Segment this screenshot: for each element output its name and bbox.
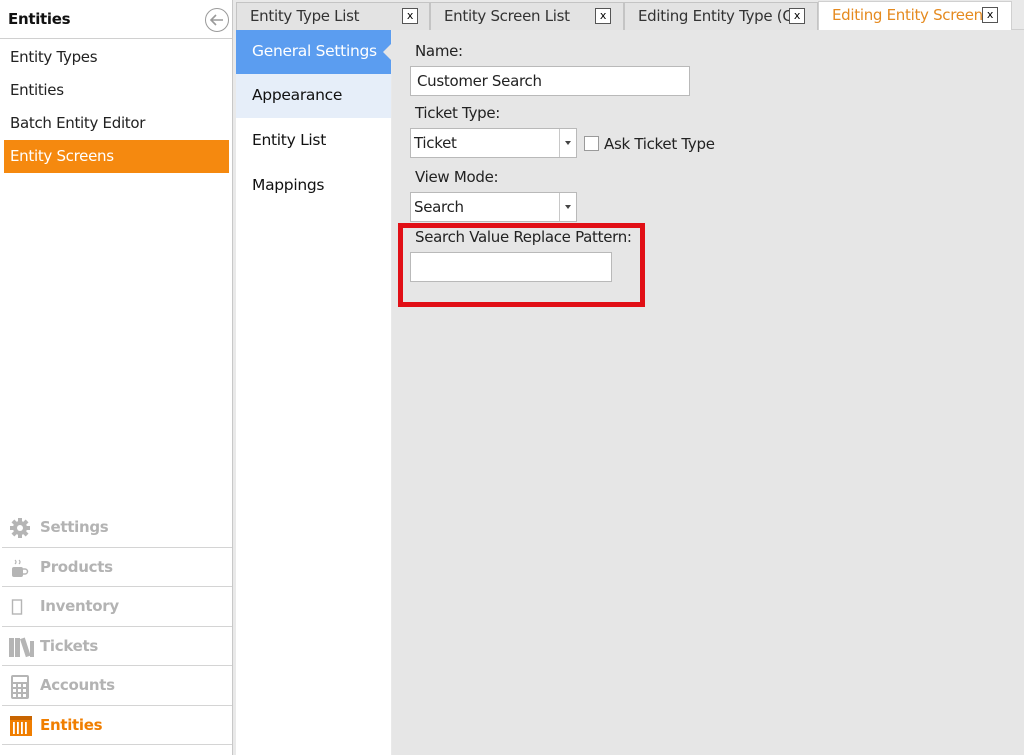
- left-panel: Entities Entity Types Entities Batch Ent…: [0, 0, 233, 755]
- nav-label-tickets: Tickets: [40, 636, 99, 655]
- menu-item-entities[interactable]: Entities: [4, 74, 229, 107]
- nav-label-accounts: Accounts: [40, 676, 115, 694]
- inventory-icon: [9, 596, 33, 618]
- highlight-box: [398, 223, 645, 307]
- settings-nav-general-settings[interactable]: General Settings: [236, 30, 392, 74]
- chevron-down-icon[interactable]: [559, 193, 576, 221]
- tab-editing-entity-screen[interactable]: Editing Entity Screen ( x: [818, 1, 1012, 30]
- settings-nav-mappings[interactable]: Mappings: [236, 164, 391, 208]
- left-panel-title: Entities: [8, 10, 71, 28]
- back-arrow-icon[interactable]: [205, 8, 229, 32]
- tab-close-button[interactable]: x: [402, 8, 418, 24]
- view-mode-value: Search: [414, 198, 464, 216]
- tab-label: Editing Entity Screen (: [832, 6, 993, 24]
- tab-label: Entity Screen List: [444, 7, 570, 25]
- tab-editing-entity-type[interactable]: Editing Entity Type (Cu x: [624, 2, 818, 30]
- view-mode-select[interactable]: Search: [410, 192, 577, 222]
- nav-section-settings[interactable]: Settings: [2, 508, 232, 548]
- tab-entity-screen-list[interactable]: Entity Screen List x: [430, 2, 624, 30]
- tab-strip: Entity Type List x Entity Screen List x …: [236, 0, 1024, 30]
- tab-label: Entity Type List: [250, 7, 360, 25]
- ticket-type-value: Ticket: [414, 134, 457, 152]
- settings-nav-label: Mappings: [252, 176, 325, 194]
- tab-close-button[interactable]: x: [982, 7, 998, 23]
- coffee-cup-icon: [9, 557, 33, 579]
- settings-nav-label: General Settings: [252, 42, 377, 60]
- nav-section-products[interactable]: Products: [2, 548, 232, 587]
- ticket-type-label: Ticket Type:: [415, 104, 501, 122]
- tab-label: Editing Entity Type (Cu: [638, 7, 802, 25]
- name-label: Name:: [415, 42, 463, 60]
- settings-nav-label: Entity List: [252, 131, 326, 149]
- nav-label-products: Products: [40, 557, 113, 576]
- gear-icon: [9, 517, 33, 539]
- nav-section-accounts[interactable]: Accounts: [2, 666, 232, 706]
- nav-label-entities: Entities: [40, 715, 103, 734]
- books-icon: [9, 636, 34, 658]
- ask-ticket-type-checkbox[interactable]: [584, 136, 599, 151]
- tab-close-button[interactable]: x: [595, 8, 611, 24]
- menu-item-entity-types[interactable]: Entity Types: [4, 41, 229, 74]
- view-mode-label: View Mode:: [415, 168, 499, 186]
- settings-nav-entity-list[interactable]: Entity List: [236, 119, 391, 163]
- nav-section-entities[interactable]: Entities: [2, 706, 232, 745]
- menu-item-entity-screens[interactable]: Entity Screens: [4, 140, 229, 173]
- nav-label-settings: Settings: [40, 518, 109, 536]
- tab-entity-type-list[interactable]: Entity Type List x: [236, 2, 430, 30]
- settings-nav-label: Appearance: [252, 86, 343, 104]
- tab-close-button[interactable]: x: [789, 8, 805, 24]
- ask-ticket-type-label: Ask Ticket Type: [604, 135, 715, 153]
- nav-section-inventory[interactable]: Inventory: [2, 587, 232, 627]
- menu-item-batch-entity-editor[interactable]: Batch Entity Editor: [4, 107, 229, 140]
- left-panel-header: Entities: [0, 0, 232, 39]
- settings-nav-appearance[interactable]: Appearance: [236, 74, 391, 118]
- nav-section-tickets[interactable]: Tickets: [2, 627, 232, 666]
- chevron-down-icon[interactable]: [559, 129, 576, 157]
- entities-icon: [9, 715, 33, 737]
- settings-nav: General Settings Appearance Entity List …: [236, 30, 392, 755]
- nav-label-inventory: Inventory: [40, 597, 119, 615]
- ticket-type-select[interactable]: Ticket: [410, 128, 577, 158]
- calculator-icon: [9, 675, 33, 699]
- nav-sections: Settings Products Inventory Tickets Acco…: [2, 508, 232, 745]
- name-input[interactable]: Customer Search: [410, 66, 690, 96]
- entity-menu: Entity Types Entities Batch Entity Edito…: [4, 41, 229, 173]
